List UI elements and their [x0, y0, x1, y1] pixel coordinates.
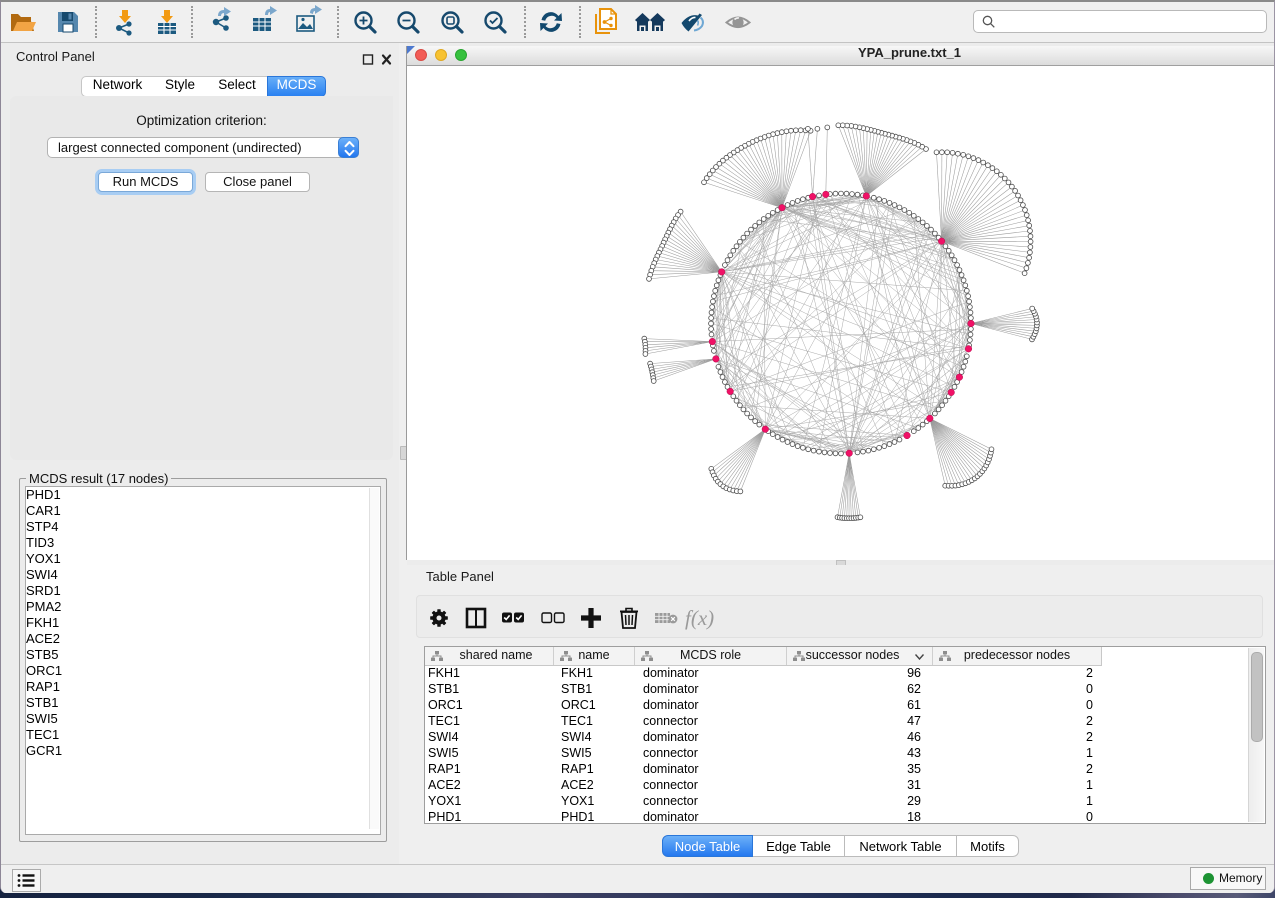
svg-text:f(x): f(x)	[685, 606, 714, 630]
